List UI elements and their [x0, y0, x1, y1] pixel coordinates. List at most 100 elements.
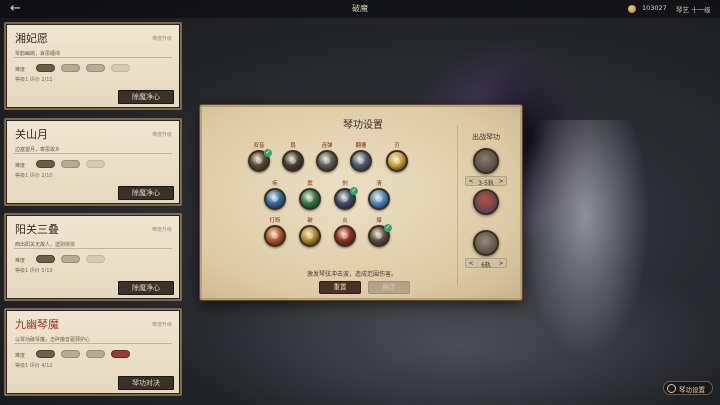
- song-card: 九幽琴魔 难度升级 以琴功破琴魔，击碎魔音驱邪护心 难度 等级1 评价 4/12…: [4, 308, 182, 396]
- pager-value: 3-5轨: [478, 180, 494, 187]
- card-divider: [14, 153, 172, 154]
- skill-description: 激发琴弦冲击波，造成范围伤害。: [307, 271, 398, 278]
- skill-icon[interactable]: ✓: [334, 187, 358, 210]
- skill-label: 打断: [269, 218, 281, 224]
- difficulty-pill[interactable]: [86, 64, 105, 72]
- skill-icon[interactable]: ✓: [248, 149, 272, 172]
- button-label: 琴功设置: [679, 386, 705, 394]
- skill-slot[interactable]: 扇: [280, 142, 306, 172]
- card-desc: 西出阳关无故人，送别依依: [15, 242, 76, 248]
- reset-button[interactable]: 重置: [319, 281, 361, 294]
- difficulty-label: 难度: [15, 258, 26, 264]
- pager-prev-icon[interactable]: <: [467, 178, 475, 185]
- track-pager: < 3-5轨 >: [465, 176, 507, 187]
- equipped-skill-slot[interactable]: [473, 148, 499, 174]
- difficulty-pill[interactable]: [86, 160, 105, 168]
- skill-slot[interactable]: 疾: [262, 180, 288, 210]
- pager-next-icon[interactable]: >: [497, 260, 505, 267]
- skill-icon[interactable]: [264, 188, 286, 210]
- difficulty-pill[interactable]: [36, 160, 55, 168]
- difficulty-label: 难度: [15, 353, 26, 359]
- dialog-divider: [457, 125, 458, 285]
- card-title: 九幽琴魔: [15, 318, 59, 331]
- skill-label: 破: [307, 218, 313, 224]
- skill-slot[interactable]: 打断: [262, 217, 288, 247]
- skill-slot[interactable]: 炎: [332, 217, 358, 247]
- skill-label: 震: [307, 181, 313, 187]
- card-meta: 等级1 评价 4/12: [15, 363, 53, 369]
- check-icon: ✓: [264, 149, 272, 157]
- difficulty-pill[interactable]: [61, 160, 80, 168]
- check-icon: ✓: [350, 187, 358, 195]
- song-card: 阳关三叠 难度升级 西出阳关无故人，送别依依 难度 等级1 评价 5/10 除魔…: [4, 213, 182, 301]
- card-action-button[interactable]: 琴功对决: [118, 376, 174, 390]
- track-pager: < 6轨 >: [465, 258, 507, 269]
- skill-icon[interactable]: [350, 150, 372, 172]
- card-meta: 等级1 评价 2/10: [15, 173, 53, 179]
- skill-slot[interactable]: 破: [297, 217, 323, 247]
- skill-label: 扇: [290, 143, 296, 149]
- skill-slot[interactable]: 双音 ✓: [246, 142, 272, 172]
- skill-icon[interactable]: [299, 188, 321, 210]
- card-action-button[interactable]: 除魔净心: [118, 186, 174, 200]
- skill-label: 疾: [272, 181, 278, 187]
- song-card: 湘妃愿 难度升级 琴韵幽婉，哀思缠绵 难度 等级1 评价 2/11 除魔净心: [4, 22, 182, 110]
- skill-slot[interactable]: 爆 ✓: [366, 217, 392, 247]
- pager-value: 6轨: [481, 262, 491, 269]
- difficulty-pill[interactable]: [61, 350, 80, 358]
- pager-prev-icon[interactable]: <: [467, 260, 475, 267]
- card-title: 关山月: [15, 128, 48, 141]
- card-desc: 边塞望月，寄思故乡: [15, 147, 61, 153]
- qin-skill-settings-dialog: 琴功设置 双音 ✓ 扇 连弹 翻覆 刃 疾 震 刹 ✓ 清 打断 破 炎 爆 ✓…: [200, 105, 522, 300]
- skill-icon[interactable]: [386, 150, 408, 172]
- card-meta: 等级1 评价 5/10: [15, 268, 53, 274]
- skill-label: 炎: [342, 218, 348, 224]
- difficulty-pill[interactable]: [36, 255, 55, 263]
- qin-skill-settings-button[interactable]: 琴功设置: [663, 381, 713, 395]
- page-title: 破魔: [352, 4, 368, 13]
- card-divider: [14, 57, 172, 58]
- skill-icon[interactable]: ✓: [368, 224, 392, 247]
- skill-slot[interactable]: 翻覆: [348, 142, 374, 172]
- equipped-skills-title: 出战琴功: [472, 133, 500, 141]
- skill-icon[interactable]: [334, 225, 356, 247]
- card-divider: [14, 343, 172, 344]
- gear-icon: [667, 384, 676, 393]
- difficulty-pill[interactable]: [111, 64, 130, 72]
- difficulty-pill[interactable]: [86, 350, 105, 358]
- skill-icon[interactable]: [368, 188, 390, 210]
- card-action-button[interactable]: 除魔净心: [118, 281, 174, 295]
- skill-slot[interactable]: 刃: [384, 142, 410, 172]
- difficulty-pill[interactable]: [61, 255, 80, 263]
- skill-label: 连弹: [321, 143, 333, 149]
- equipped-skill-slot[interactable]: [473, 230, 499, 256]
- song-card: 关山月 难度升级 边塞望月，寄思故乡 难度 等级1 评价 2/10 除魔净心: [4, 118, 182, 206]
- skill-icon[interactable]: [316, 150, 338, 172]
- difficulty-pill[interactable]: [86, 255, 105, 263]
- coin-count: 103027: [642, 4, 667, 12]
- card-tag: 难度升级: [151, 36, 172, 42]
- difficulty-pill[interactable]: [111, 350, 130, 358]
- skill-slot[interactable]: 清: [366, 180, 392, 210]
- card-tag: 难度升级: [151, 132, 172, 138]
- skill-slot[interactable]: 连弹: [314, 142, 340, 172]
- card-action-button[interactable]: 除魔净心: [118, 90, 174, 104]
- difficulty-pill[interactable]: [61, 64, 80, 72]
- card-divider: [14, 248, 172, 249]
- skill-icon[interactable]: [264, 225, 286, 247]
- skill-slot[interactable]: 刹 ✓: [332, 180, 358, 210]
- confirm-button[interactable]: 确定: [368, 281, 410, 294]
- card-tag: 难度升级: [151, 227, 172, 233]
- skill-slot[interactable]: 震: [297, 180, 323, 210]
- card-desc: 琴韵幽婉，哀思缠绵: [15, 51, 61, 57]
- skill-icon[interactable]: [282, 150, 304, 172]
- difficulty-pill[interactable]: [36, 64, 55, 72]
- dialog-title: 琴功设置: [343, 120, 383, 131]
- coin-icon: [628, 5, 636, 13]
- skill-icon[interactable]: [299, 225, 321, 247]
- top-bar: ← 破魔 103027 琴艺 十一级: [0, 0, 720, 18]
- difficulty-pill[interactable]: [36, 350, 55, 358]
- equipped-skill-slot[interactable]: [473, 189, 499, 215]
- card-desc: 以琴功破琴魔，击碎魔音驱邪护心: [15, 337, 91, 343]
- pager-next-icon[interactable]: >: [497, 178, 505, 185]
